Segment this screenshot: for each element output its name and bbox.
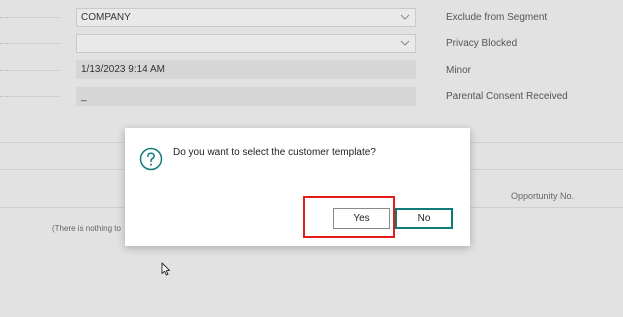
dialog-message: Do you want to select the customer templ… xyxy=(173,147,376,158)
empty-select[interactable] xyxy=(76,34,416,53)
no-button[interactable]: No xyxy=(395,208,453,229)
last-modified-value: 1/13/2023 9:14 AM xyxy=(81,64,165,75)
contact-type-select[interactable]: COMPANY xyxy=(76,8,416,27)
minor-label: Minor xyxy=(446,65,472,76)
opportunity-no-column-header[interactable]: Opportunity No. xyxy=(511,191,574,201)
question-circle-icon xyxy=(139,147,163,171)
chevron-down-icon xyxy=(400,40,410,46)
row-leader xyxy=(0,17,60,18)
row-leader xyxy=(0,70,60,71)
row-leader xyxy=(0,96,60,97)
last-modified-field: 1/13/2023 9:14 AM xyxy=(76,60,416,79)
privacy-blocked-label: Privacy Blocked xyxy=(446,38,518,49)
yes-button[interactable]: Yes xyxy=(333,208,390,229)
empty-list-message: (There is nothing to xyxy=(52,224,121,233)
readonly-field-value: _ xyxy=(81,91,87,102)
row-leader xyxy=(0,43,60,44)
confirm-dialog: Do you want to select the customer templ… xyxy=(125,128,470,246)
mouse-cursor-icon xyxy=(161,262,171,276)
chevron-down-icon xyxy=(400,14,410,20)
parental-consent-label: Parental Consent Received xyxy=(446,91,568,102)
exclude-from-segment-label: Exclude from Segment xyxy=(446,12,548,23)
readonly-field: _ xyxy=(76,87,416,106)
page-background: COMPANY Exclude from Segment Privacy Blo… xyxy=(0,0,623,317)
contact-type-value: COMPANY xyxy=(81,12,131,23)
